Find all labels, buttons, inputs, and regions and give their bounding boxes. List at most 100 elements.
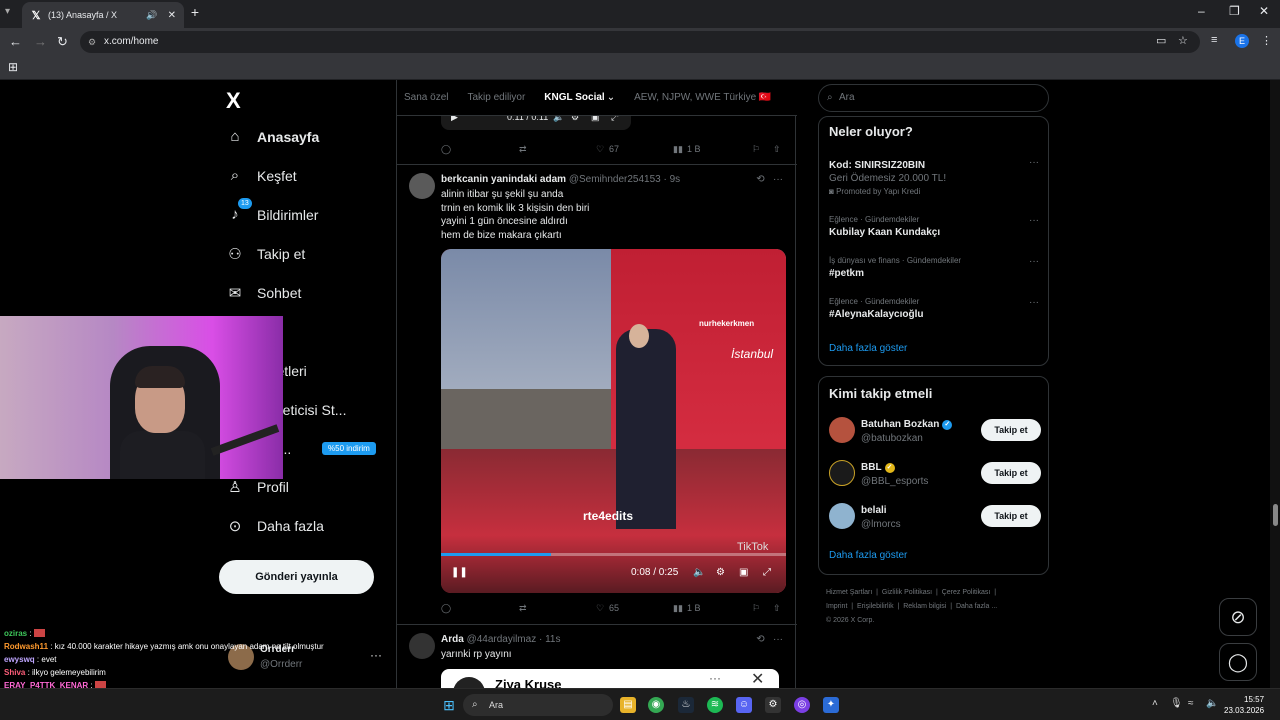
follow-button[interactable]: Takip et: [981, 462, 1041, 484]
nav-profile[interactable]: ♙ Profil: [226, 478, 289, 496]
tab-wrestling[interactable]: AEW, NJPW, WWE Türkiye 🇹🇷: [634, 92, 771, 103]
tab-following[interactable]: Takip ediliyor: [467, 92, 525, 103]
profile-avatar[interactable]: E: [1235, 34, 1249, 48]
chevron-down-icon[interactable]: ⌄: [607, 92, 615, 103]
close-tab-icon[interactable]: ✕: [168, 10, 176, 21]
back-icon[interactable]: ←: [9, 34, 22, 49]
scrollbar[interactable]: [1270, 80, 1280, 688]
share-icon[interactable]: ⇧: [773, 144, 781, 155]
footer-link[interactable]: Çerez Politikası: [942, 589, 991, 596]
tweet[interactable]: Arda @44ardayilmaz · 11s ⟲ ··· yarınki r…: [397, 625, 797, 688]
apps-grid-icon[interactable]: ⊞: [8, 60, 18, 74]
microphone-icon[interactable]: 🎙: [1170, 698, 1183, 709]
bookmark-star-icon[interactable]: ☆: [1178, 34, 1188, 47]
trend-item[interactable]: Kod: SINIRSIZ20BIN Geri Ödemesiz 20.000 …: [829, 157, 1039, 196]
cast-icon[interactable]: ▭: [1156, 34, 1166, 47]
follow-suggestion[interactable]: Batuhan Bozkan ✓ @batubozkan Takip et: [829, 417, 1041, 447]
scrollbar-thumb[interactable]: [1273, 504, 1278, 526]
tweet[interactable]: berkcanin yanindaki adam @Semihnder25415…: [397, 164, 797, 625]
network-app-icon[interactable]: ✦: [823, 697, 839, 713]
taskbar-search[interactable]: ⌕ Ara: [463, 694, 613, 716]
close-window-icon[interactable]: ✕: [1259, 4, 1269, 18]
discord-icon[interactable]: ☺: [736, 697, 752, 713]
nav-messages[interactable]: ✉ Sohbet: [226, 284, 302, 302]
x-logo-icon[interactable]: X: [226, 88, 241, 114]
retweet-icon[interactable]: ⇄: [519, 603, 527, 614]
clock[interactable]: 15:57 23.03.2026: [1224, 694, 1264, 716]
messages-fab-icon[interactable]: ◯: [1219, 643, 1257, 681]
follow-button[interactable]: Takip et: [981, 505, 1041, 527]
footer-link[interactable]: Daha fazla ...: [956, 603, 997, 610]
like-icon[interactable]: ♡: [596, 144, 604, 155]
nav-home[interactable]: ⌂ Anasayfa: [226, 128, 319, 145]
tweet-avatar[interactable]: [409, 173, 435, 199]
tray-chevron-icon[interactable]: ˄: [1152, 698, 1158, 709]
bookmark-icon[interactable]: ⚐: [752, 603, 760, 614]
retweet-icon[interactable]: ⇄: [519, 144, 527, 155]
obs-icon[interactable]: ◎: [794, 697, 810, 713]
file-explorer-icon[interactable]: ▤: [620, 697, 636, 713]
footer-link[interactable]: Reklam bilgisi: [903, 603, 946, 610]
trend-more-icon[interactable]: ···: [1029, 215, 1039, 226]
media-controls-icon[interactable]: ≡: [1211, 34, 1217, 46]
trend-more-icon[interactable]: ···: [1029, 157, 1039, 168]
trend-item[interactable]: Eğlence · Gündemdekiler Kubilay Kaan Kun…: [829, 215, 1039, 238]
trend-more-icon[interactable]: ···: [1029, 297, 1039, 308]
pip-icon[interactable]: ▣: [739, 567, 748, 578]
video-progress[interactable]: [441, 553, 786, 556]
follow-button[interactable]: Takip et: [981, 419, 1041, 441]
reply-icon[interactable]: ◯: [441, 603, 451, 614]
post-button[interactable]: Gönderi yayınla: [219, 560, 374, 594]
trend-item[interactable]: İş dünyası ve finans · Gündemdekiler #pe…: [829, 256, 1039, 279]
search-input[interactable]: ⌕ Ara: [818, 84, 1049, 112]
footer-link[interactable]: Hizmet Şartları: [826, 589, 872, 596]
tweet-avatar[interactable]: [409, 633, 435, 659]
maximize-icon[interactable]: ❐: [1229, 4, 1240, 18]
follow-suggestion[interactable]: BBL ✓ @BBL_esports Takip et: [829, 460, 1041, 490]
show-more-trends-link[interactable]: Daha fazla göster: [829, 343, 907, 354]
trend-item[interactable]: Eğlence · Gündemdekiler #AleynaKalaycıoğ…: [829, 297, 1039, 320]
more-icon[interactable]: ···: [773, 634, 783, 645]
share-icon[interactable]: ⇧: [773, 603, 781, 614]
grok-icon[interactable]: ⟲: [756, 634, 764, 645]
bookmark-icon[interactable]: ⚐: [752, 144, 760, 155]
tweet-video[interactable]: nurhekerkmen İstanbul rte4edits TikTok ❚…: [441, 249, 786, 593]
tab-for-you[interactable]: Sana özel: [404, 92, 448, 103]
show-more-suggestions-link[interactable]: Daha fazla göster: [829, 550, 907, 561]
audio-playing-icon[interactable]: 🔊: [146, 10, 157, 21]
reply-icon[interactable]: ◯: [441, 144, 451, 155]
account-more-icon[interactable]: ···: [370, 648, 382, 662]
browser-menu-icon[interactable]: ⋮: [1261, 34, 1272, 47]
browser-tab[interactable]: 𝕏 (13) Anasayfa / X 🔊 ✕: [22, 2, 184, 28]
pause-icon[interactable]: ❚❚: [451, 567, 468, 578]
reload-icon[interactable]: ↻: [57, 34, 68, 50]
card-close-icon[interactable]: ✕: [751, 669, 764, 688]
volume-icon[interactable]: 🔈: [693, 567, 705, 578]
tweet-handle[interactable]: @Semihnder254153: [569, 174, 661, 185]
tweet-author[interactable]: berkcanin yanindaki adam: [441, 174, 566, 185]
tweet-time[interactable]: 11s: [545, 634, 560, 645]
footer-link[interactable]: Erişilebilirlik: [857, 603, 894, 610]
url-field[interactable]: ⚙ x.com/home: [80, 31, 1200, 53]
tweet-author[interactable]: Arda: [441, 634, 464, 645]
like-icon[interactable]: ♡: [596, 603, 604, 614]
embedded-card[interactable]: Ziya Kruse ··· ✕: [441, 669, 779, 688]
site-info-icon[interactable]: ⚙: [88, 31, 96, 53]
footer-link[interactable]: Imprint: [826, 603, 847, 610]
wifi-icon[interactable]: ≈: [1188, 698, 1194, 709]
minimize-icon[interactable]: –: [1198, 4, 1205, 18]
nav-explore[interactable]: ⌕ Keşfet: [226, 167, 297, 184]
new-tab-button[interactable]: +: [188, 5, 202, 20]
spotify-icon[interactable]: ≋: [707, 697, 723, 713]
tweet-handle[interactable]: @44ardayilmaz: [467, 634, 537, 645]
trend-more-icon[interactable]: ···: [1029, 256, 1039, 267]
chrome-icon[interactable]: ◉: [648, 697, 664, 713]
grok-fab-icon[interactable]: ⊘: [1219, 598, 1257, 636]
fullscreen-icon[interactable]: ⤢: [763, 567, 771, 578]
forward-icon[interactable]: →: [34, 34, 47, 49]
settings-icon[interactable]: ⚙: [716, 567, 725, 578]
nav-notifications[interactable]: ♪ 13 Bildirimler: [226, 198, 318, 223]
steam-icon[interactable]: ♨: [678, 697, 694, 713]
more-icon[interactable]: ···: [773, 174, 783, 185]
tweet-time[interactable]: 9s: [670, 174, 681, 185]
